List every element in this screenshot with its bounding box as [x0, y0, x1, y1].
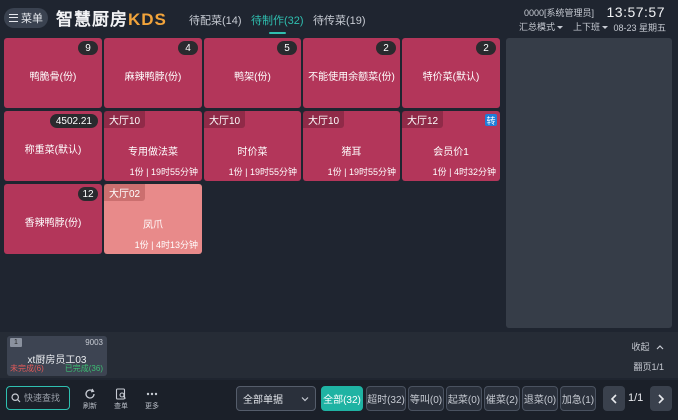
filter-start[interactable]: 起菜(0) — [446, 386, 482, 411]
more-button[interactable]: 更多 — [140, 388, 164, 411]
dish-card[interactable]: 大厅10 专用做法菜 1份 | 19时55分钟 — [104, 111, 202, 181]
staff-id: 9003 — [85, 338, 103, 347]
order-type-select[interactable]: 全部单据 — [236, 386, 316, 411]
dish-card[interactable]: 9 鸭脆骨(份) — [4, 38, 102, 108]
next-page-button[interactable] — [650, 386, 672, 411]
caret-down-icon — [602, 26, 608, 30]
dish-timer: 1份 | 19时55分钟 — [129, 167, 198, 177]
shift-dropdown[interactable]: 上下班 — [573, 20, 608, 33]
count-badge: 9 — [78, 41, 98, 55]
table-area-tag: 大厅12 — [402, 111, 444, 128]
count-badge: 2 — [376, 41, 396, 55]
filter-rush[interactable]: 催菜(2) — [484, 386, 520, 411]
dish-timer: 1份 | 19时55分钟 — [327, 167, 396, 177]
mode-dropdown[interactable]: 汇总模式 — [519, 20, 563, 33]
side-panel — [506, 38, 672, 328]
dish-title: 凤爪 — [143, 220, 163, 231]
dish-card[interactable]: 2 不能使用余额菜(份) — [303, 38, 400, 108]
mode-label: 汇总模式 — [518, 22, 555, 32]
app-brand: 智慧厨房KDS — [56, 5, 167, 30]
filter-return[interactable]: 退菜(0) — [522, 386, 558, 411]
table-area-tag: 大厅10 — [303, 111, 345, 128]
caret-down-icon — [556, 26, 563, 30]
staff-card[interactable]: 1 9003 xt厨房员工03 未完成(6) 已完成(36) — [7, 336, 107, 376]
dish-title: 香辣鸭脖(份) — [24, 218, 82, 229]
order-search-button[interactable]: 查单 — [109, 388, 133, 411]
dish-title: 鸭架(份) — [234, 72, 271, 83]
dish-title: 称重菜(默认) — [24, 145, 82, 156]
hamburger-icon — [9, 14, 18, 22]
menu-button[interactable]: 菜单 — [4, 8, 48, 28]
staff-unfinished: 未完成(6) — [10, 364, 44, 373]
dish-card[interactable]: 大厅12 转 会员价1 1份 | 4时32分钟 — [402, 111, 500, 181]
chevron-up-icon — [656, 345, 664, 350]
filter-all[interactable]: 全部(32) — [321, 386, 363, 411]
order-search-label: 查单 — [114, 403, 128, 410]
dish-card[interactable]: 大厅10 猪耳 1份 | 19时55分钟 — [303, 111, 400, 181]
chevron-left-icon — [610, 393, 617, 404]
staff-index: 1 — [10, 338, 22, 347]
staff-finished: 已完成(36) — [64, 364, 103, 373]
dish-card[interactable]: 大厅02 凤爪 1份 | 4时13分钟 — [104, 184, 202, 254]
more-icon — [146, 392, 158, 396]
dish-card[interactable]: 12 香辣鸭脖(份) — [4, 184, 102, 254]
order-type-value: 全部单据 — [243, 395, 283, 406]
order-search-icon — [115, 388, 126, 400]
dish-card[interactable]: 5 鸭架(份) — [204, 38, 301, 108]
dish-timer: 1份 | 4时13分钟 — [134, 240, 198, 250]
dish-grid: 9 鸭脆骨(份) 4 麻辣鸭脖(份) 5 鸭架(份) 2 不能使用余额菜(份) … — [4, 38, 502, 330]
filter-overtime[interactable]: 超时(32) — [366, 386, 406, 411]
refresh-label: 刷新 — [83, 403, 97, 410]
current-user: 0000[系统管理员] — [523, 8, 594, 18]
count-badge: 12 — [78, 187, 98, 201]
dish-title: 猪耳 — [341, 147, 362, 158]
dish-title: 特价菜(默认) — [422, 72, 480, 83]
brand-suffix: KDS — [128, 10, 167, 29]
brand-name: 智慧厨房 — [56, 10, 128, 29]
menu-label: 菜单 — [21, 13, 43, 25]
tab-pending-prep[interactable]: 待配菜(14) — [189, 12, 242, 28]
dish-title: 时价菜 — [237, 147, 268, 158]
chevron-down-icon — [301, 396, 309, 401]
clock: 13:57:57 — [606, 4, 665, 20]
table-area-tag: 大厅10 — [104, 111, 146, 128]
dish-card[interactable]: 4 麻辣鸭脖(份) — [104, 38, 202, 108]
staff-page-info: 翻页1/1 — [633, 362, 664, 372]
tab-cooking[interactable]: 待制作(32) — [251, 12, 304, 34]
dish-title: 会员价1 — [433, 147, 469, 158]
chevron-right-icon — [658, 393, 665, 404]
prev-page-button[interactable] — [603, 386, 625, 411]
collapse-label: 收起 — [631, 342, 650, 352]
transfer-badge: 转 — [485, 114, 497, 126]
search-icon — [11, 393, 21, 403]
page-indicator: 1/1 — [628, 392, 644, 404]
search-box[interactable] — [6, 386, 70, 410]
filter-waiting[interactable]: 等叫(0) — [408, 386, 444, 411]
dish-title: 鸭脆骨(份) — [29, 72, 77, 83]
count-badge: 4 — [178, 41, 198, 55]
dish-card[interactable]: 大厅10 时价菜 1份 | 19时55分钟 — [204, 111, 301, 181]
dish-title: 专用做法菜 — [128, 147, 178, 158]
count-badge: 2 — [476, 41, 496, 55]
date: 08-23 星期五 — [613, 23, 666, 33]
filter-urgent[interactable]: 加急(1) — [560, 386, 596, 411]
table-area-tag: 大厅10 — [204, 111, 246, 128]
dish-title: 麻辣鸭脖(份) — [124, 72, 182, 83]
search-input[interactable] — [24, 393, 68, 403]
shift-label: 上下班 — [572, 22, 600, 32]
count-badge: 5 — [277, 41, 297, 55]
collapse-button[interactable]: 收起 — [631, 340, 664, 353]
tab-pending-serve[interactable]: 待传菜(19) — [313, 12, 366, 28]
weight-badge: 4502.21 — [49, 114, 98, 128]
table-area-tag: 大厅02 — [104, 184, 146, 201]
dish-title: 不能使用余额菜(份) — [308, 72, 395, 83]
dish-card[interactable]: 2 特价菜(默认) — [402, 38, 500, 108]
more-label: 更多 — [145, 403, 159, 410]
header-modes: 汇总模式 上下班 — [519, 20, 608, 33]
dish-card[interactable]: 4502.21 称重菜(默认) — [4, 111, 102, 181]
refresh-icon — [85, 388, 95, 399]
dish-timer: 1份 | 4时32分钟 — [432, 167, 496, 177]
refresh-button[interactable]: 刷新 — [78, 388, 102, 411]
dish-timer: 1份 | 19时55分钟 — [228, 167, 297, 177]
